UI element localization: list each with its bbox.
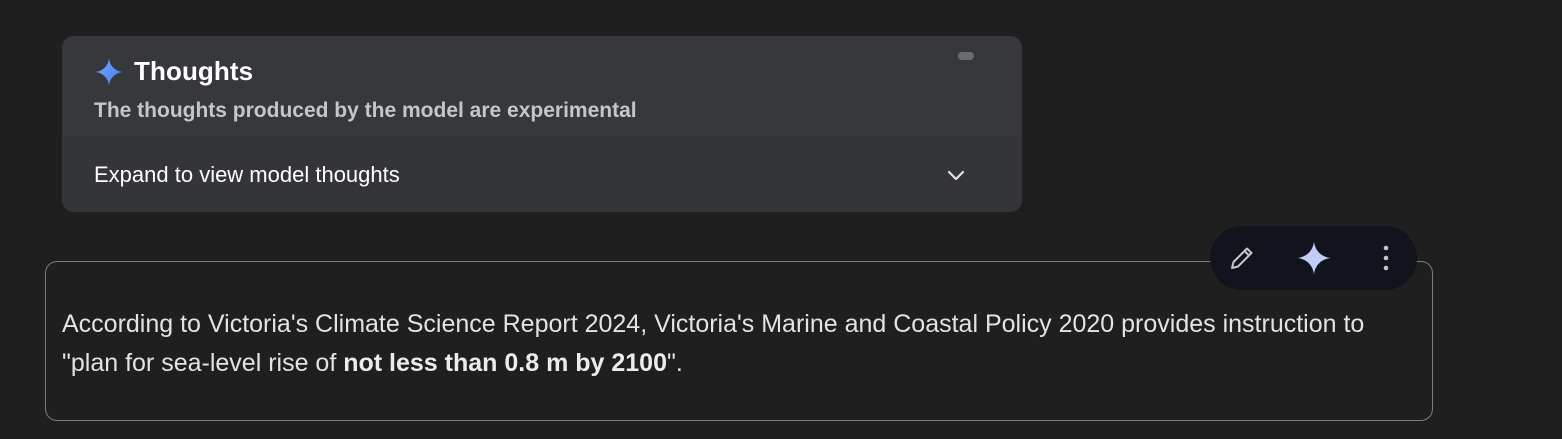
expand-thoughts-button[interactable]: Expand to view model thoughts <box>62 137 1022 212</box>
thoughts-title-row: Thoughts <box>94 56 253 87</box>
thoughts-subtitle: The thoughts produced by the model are e… <box>94 99 637 122</box>
response-text-end: ". <box>666 349 683 377</box>
drag-handle-icon[interactable] <box>958 52 974 60</box>
thoughts-panel: Thoughts The thoughts produced by the mo… <box>62 36 1022 212</box>
page: Thoughts The thoughts produced by the mo… <box>0 0 1562 439</box>
response-toolbar <box>1210 226 1417 290</box>
response-text: According to Victoria's Climate Science … <box>62 305 1402 383</box>
chevron-down-icon[interactable] <box>946 165 966 185</box>
sparkle-icon <box>94 57 124 87</box>
expand-thoughts-label: Expand to view model thoughts <box>94 162 400 187</box>
more-options-button[interactable] <box>1354 226 1418 290</box>
response-text-start: According to Victoria's Climate Science … <box>62 310 1365 377</box>
thoughts-title: Thoughts <box>134 56 254 86</box>
sparkle-icon <box>1296 240 1332 276</box>
more-vert-icon <box>1382 243 1390 273</box>
edit-button[interactable] <box>1210 226 1274 290</box>
sparkle-button[interactable] <box>1282 226 1346 290</box>
response-text-bold: not less than 0.8 m by 2100 <box>343 349 667 377</box>
thoughts-header: Thoughts The thoughts produced by the mo… <box>62 36 1022 137</box>
pencil-icon <box>1226 242 1258 274</box>
